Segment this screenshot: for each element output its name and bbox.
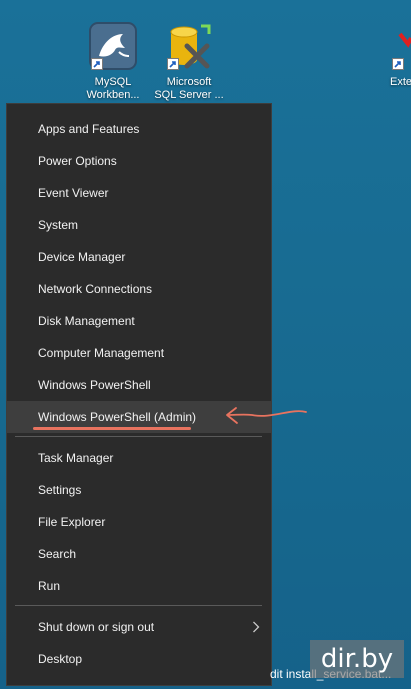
shortcut-arrow-icon xyxy=(392,58,404,70)
desktop-icon-mysql-workbench[interactable]: MySQL Workben... xyxy=(76,22,150,102)
chevron-right-icon xyxy=(251,611,261,643)
menu-item-device-manager[interactable]: Device Manager xyxy=(7,241,271,273)
menu-item-search[interactable]: Search xyxy=(7,538,271,570)
menu-item-run[interactable]: Run xyxy=(7,570,271,602)
menu-item-apps-and-features[interactable]: Apps and Features xyxy=(7,113,271,145)
winx-context-menu: Apps and Features Power Options Event Vi… xyxy=(6,103,272,686)
desktop-icon-label-line1: Microsoft xyxy=(166,76,212,88)
desktop-icon-extension[interactable]: Exte xyxy=(382,22,411,89)
menu-item-windows-powershell[interactable]: Windows PowerShell xyxy=(7,369,271,401)
shortcut-arrow-icon xyxy=(167,58,179,70)
annotation-underline xyxy=(33,427,191,430)
watermark: dir.by xyxy=(310,640,404,678)
menu-item-shut-down-or-sign-out[interactable]: Shut down or sign out xyxy=(7,611,271,643)
menu-item-disk-management[interactable]: Disk Management xyxy=(7,305,271,337)
shortcut-arrow-icon xyxy=(91,58,103,70)
menu-separator xyxy=(15,605,262,606)
mysql-dolphin-icon xyxy=(89,22,137,70)
sql-server-icon xyxy=(165,22,213,70)
menu-item-event-viewer[interactable]: Event Viewer xyxy=(7,177,271,209)
menu-item-network-connections[interactable]: Network Connections xyxy=(7,273,271,305)
desktop-icon-label-line2: Workben... xyxy=(86,89,140,101)
menu-item-label: Shut down or sign out xyxy=(38,620,155,634)
menu-item-task-manager[interactable]: Task Manager xyxy=(7,442,271,474)
desktop-icon-label-line2: Exte xyxy=(390,76,411,88)
menu-item-system[interactable]: System xyxy=(7,209,271,241)
desktop-icon-sql-server[interactable]: Microsoft SQL Server ... xyxy=(152,22,226,102)
menu-item-settings[interactable]: Settings xyxy=(7,474,271,506)
menu-item-desktop[interactable]: Desktop xyxy=(7,643,271,675)
menu-item-file-explorer[interactable]: File Explorer xyxy=(7,506,271,538)
menu-item-power-options[interactable]: Power Options xyxy=(7,145,271,177)
menu-separator xyxy=(15,436,262,437)
desktop-icon-label-line1: MySQL xyxy=(94,76,132,88)
menu-item-computer-management[interactable]: Computer Management xyxy=(7,337,271,369)
annotation-arrow-icon xyxy=(226,407,307,424)
desktop-icon-label-line2: SQL Server ... xyxy=(154,89,224,101)
extension-icon xyxy=(382,22,411,70)
